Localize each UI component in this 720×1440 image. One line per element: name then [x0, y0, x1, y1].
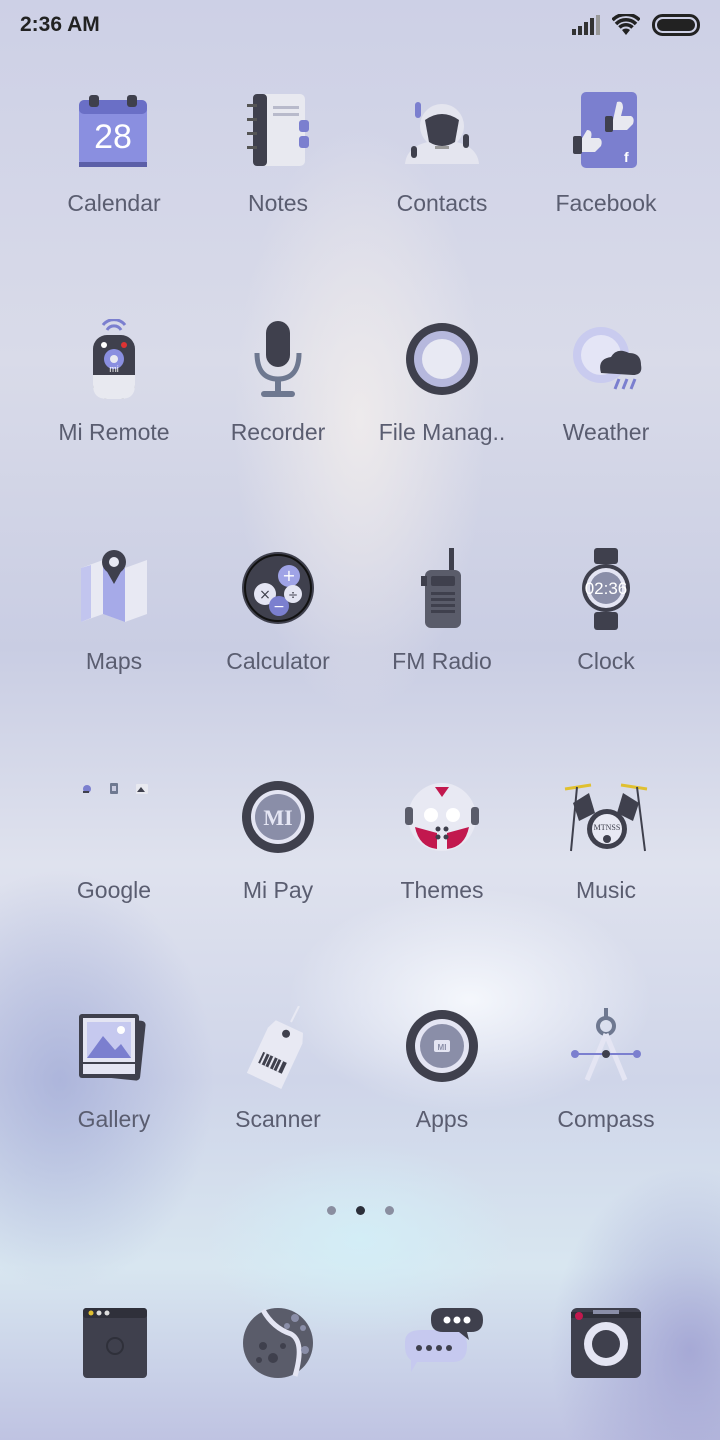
app-calendar[interactable]: 28 Calendar: [32, 90, 196, 280]
radio-icon: [421, 548, 461, 628]
app-facebook[interactable]: f Facebook: [524, 90, 688, 280]
apps-store-icon: MI: [406, 1010, 478, 1082]
app-compass[interactable]: Compass: [524, 1006, 688, 1196]
svg-text:mi: mi: [109, 364, 119, 374]
app-fm-radio[interactable]: FM Radio: [360, 548, 524, 738]
app-label: Scanner: [235, 1106, 321, 1132]
app-label: Mi Pay: [242, 877, 314, 903]
microphone-icon: [254, 321, 302, 397]
map-icon: [81, 550, 147, 622]
app-scanner[interactable]: Scanner: [196, 1006, 360, 1196]
page-indicator[interactable]: [0, 1206, 720, 1215]
wifi-icon: [612, 14, 640, 35]
svg-text:02:36: 02:36: [585, 579, 628, 598]
app-themes[interactable]: Themes: [360, 777, 524, 967]
notes-icon: [247, 94, 309, 166]
drum-kit-icon: MTNSS: [564, 783, 648, 852]
svg-text:÷: ÷: [288, 588, 298, 602]
app-mi-pay[interactable]: MI Mi Pay: [196, 777, 360, 967]
camera-icon: [571, 1308, 641, 1378]
app-label: Recorder: [230, 419, 326, 445]
watch-icon: 02:36: [582, 548, 630, 630]
calendar-icon: 28: [79, 95, 147, 167]
app-calculator[interactable]: + × − ÷ Calculator: [196, 548, 360, 738]
google-folder-icon: [83, 783, 148, 794]
mask-icon: [405, 783, 479, 851]
svg-text:f: f: [624, 149, 629, 165]
app-label: Apps: [415, 1106, 469, 1132]
weather-icon: [573, 327, 642, 390]
mi-pay-icon: MI: [242, 781, 314, 853]
svg-text:+: +: [282, 566, 295, 585]
svg-text:MI: MI: [263, 805, 292, 830]
app-label: Notes: [247, 190, 309, 216]
app-file-manager[interactable]: File Manag..: [360, 319, 524, 509]
app-clock[interactable]: 02:36 Clock: [524, 548, 688, 738]
contacts-icon: [405, 102, 479, 164]
app-label: FM Radio: [392, 648, 492, 674]
app-music[interactable]: MTNSS Music: [524, 777, 688, 967]
dock-phone[interactable]: [69, 1298, 159, 1388]
app-label: Compass: [557, 1106, 655, 1132]
facebook-icon: f: [573, 92, 637, 168]
app-notes[interactable]: Notes: [196, 90, 360, 280]
status-icons: [572, 14, 700, 36]
app-label: Gallery: [77, 1106, 151, 1132]
dock-messaging[interactable]: [397, 1298, 487, 1388]
page-dot[interactable]: [384, 1206, 394, 1215]
page-dot[interactable]: [326, 1206, 336, 1215]
app-label: Calculator: [226, 648, 330, 674]
status-bar: 2:36 AM: [0, 0, 720, 52]
app-label: Music: [575, 877, 637, 903]
app-label: Google: [76, 877, 152, 903]
app-recorder[interactable]: Recorder: [196, 319, 360, 509]
app-mi-remote[interactable]: mi Mi Remote: [32, 319, 196, 509]
remote-icon: mi: [93, 319, 135, 399]
app-label: File Manag..: [378, 419, 506, 445]
app-label: Weather: [562, 419, 650, 445]
tag-icon: [246, 1006, 304, 1089]
svg-text:−: −: [273, 599, 285, 615]
app-label: Calendar: [67, 190, 161, 216]
svg-text:MTNSS: MTNSS: [594, 823, 621, 832]
calculator-icon: + × − ÷: [242, 552, 314, 624]
app-label: Mi Remote: [58, 419, 170, 445]
app-google-folder[interactable]: Google: [32, 777, 196, 967]
compass-icon: [571, 1008, 641, 1081]
svg-text:28: 28: [94, 118, 132, 156]
app-label: Maps: [85, 648, 143, 674]
status-time: 2:36 AM: [20, 13, 100, 36]
signal-icon: [572, 15, 600, 35]
app-maps[interactable]: Maps: [32, 548, 196, 738]
page-dot-active[interactable]: [355, 1206, 365, 1215]
app-gallery[interactable]: Gallery: [32, 1006, 196, 1196]
app-label: Clock: [577, 648, 635, 674]
dock-browser[interactable]: [233, 1298, 323, 1388]
app-label: Contacts: [396, 190, 488, 216]
app-label: Facebook: [555, 190, 657, 216]
dock-camera[interactable]: [561, 1298, 651, 1388]
file-manager-icon: [406, 323, 478, 395]
app-contacts[interactable]: Contacts: [360, 90, 524, 280]
phone-icon: [83, 1308, 147, 1378]
svg-text:MI: MI: [438, 1043, 447, 1052]
gallery-icon: [79, 1014, 146, 1081]
browser-icon: [243, 1308, 313, 1378]
chat-icon: [405, 1308, 483, 1372]
battery-icon: [652, 14, 700, 36]
app-weather[interactable]: Weather: [524, 319, 688, 509]
app-apps[interactable]: MI Apps: [360, 1006, 524, 1196]
app-label: Themes: [400, 877, 484, 903]
svg-text:×: ×: [259, 587, 271, 603]
